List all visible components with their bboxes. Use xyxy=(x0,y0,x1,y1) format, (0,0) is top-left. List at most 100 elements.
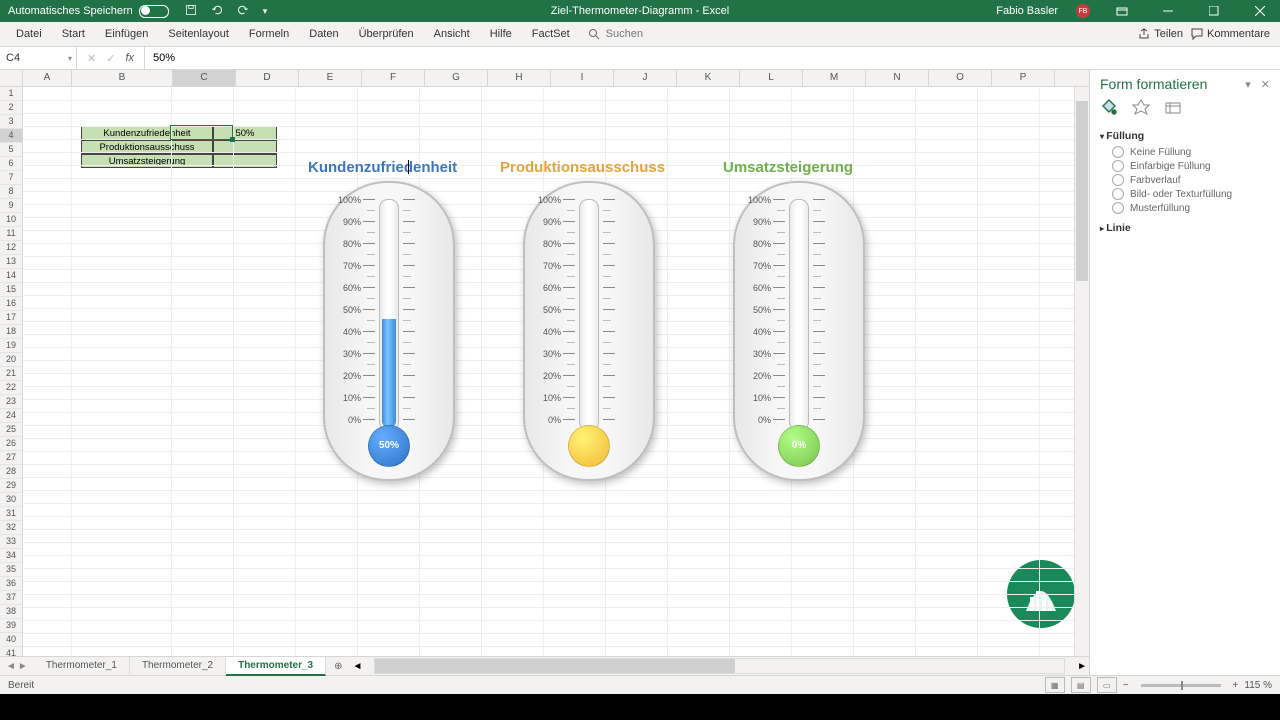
column-header[interactable]: C xyxy=(173,70,236,86)
row-header[interactable]: 5 xyxy=(0,143,22,157)
row-header[interactable]: 36 xyxy=(0,577,22,591)
row-header[interactable]: 24 xyxy=(0,409,22,423)
column-header[interactable]: B xyxy=(72,70,173,86)
cell-grid[interactable]: Kundenzufriedenheit50% Produktionsaussch… xyxy=(23,87,1089,656)
row-header[interactable]: 28 xyxy=(0,465,22,479)
row-header[interactable]: 3 xyxy=(0,115,22,129)
row-header[interactable]: 26 xyxy=(0,437,22,451)
zoom-slider[interactable] xyxy=(1141,684,1221,687)
column-header[interactable]: J xyxy=(614,70,677,86)
column-header[interactable]: K xyxy=(677,70,740,86)
view-normal-icon[interactable]: ▦ xyxy=(1045,677,1065,693)
select-all-triangle[interactable] xyxy=(0,70,23,86)
share-button[interactable]: Teilen xyxy=(1138,28,1183,40)
view-pagebreak-icon[interactable]: ▭ xyxy=(1097,677,1117,693)
horizontal-scrollbar[interactable]: ◄► xyxy=(351,658,1089,674)
row-headers[interactable]: 1234567891011121314151617181920212223242… xyxy=(0,87,23,656)
row-header[interactable]: 23 xyxy=(0,395,22,409)
avatar[interactable]: FB xyxy=(1076,4,1090,18)
tab-seitenlayout[interactable]: Seitenlayout xyxy=(158,22,239,46)
tab-datei[interactable]: Datei xyxy=(6,22,52,46)
sheet-tab[interactable]: Thermometer_3 xyxy=(226,657,326,676)
row-header[interactable]: 31 xyxy=(0,507,22,521)
tab-nav-next-icon[interactable]: ► xyxy=(18,661,28,672)
column-header[interactable]: F xyxy=(362,70,425,86)
zoom-out-icon[interactable]: − xyxy=(1123,680,1129,691)
section-fill[interactable]: Füllung xyxy=(1090,127,1280,145)
tab-start[interactable]: Start xyxy=(52,22,95,46)
tab-factset[interactable]: FactSet xyxy=(522,22,580,46)
minimize-icon[interactable] xyxy=(1154,0,1182,22)
tab-daten[interactable]: Daten xyxy=(299,22,348,46)
zoom-level[interactable]: 115 % xyxy=(1244,680,1272,691)
row-header[interactable]: 8 xyxy=(0,185,22,199)
row-header[interactable]: 1 xyxy=(0,87,22,101)
row-header[interactable]: 30 xyxy=(0,493,22,507)
table-cell[interactable]: Kundenzufriedenheit xyxy=(81,126,213,140)
ribbon-options-icon[interactable] xyxy=(1108,0,1136,22)
formula-input[interactable]: 50% xyxy=(145,52,1280,64)
column-headers[interactable]: ABCDEFGHIJKLMNOP xyxy=(0,70,1089,87)
column-header[interactable]: P xyxy=(992,70,1055,86)
comments-button[interactable]: Kommentare xyxy=(1191,28,1270,40)
tab-ueberpruefen[interactable]: Überprüfen xyxy=(349,22,424,46)
row-header[interactable]: 29 xyxy=(0,479,22,493)
row-header[interactable]: 34 xyxy=(0,549,22,563)
row-header[interactable]: 27 xyxy=(0,451,22,465)
tab-formeln[interactable]: Formeln xyxy=(239,22,299,46)
row-header[interactable]: 10 xyxy=(0,213,22,227)
column-header[interactable]: A xyxy=(23,70,72,86)
thermometer-chart[interactable]: 100%90%80%70%60%50%40%30%20%10%0% xyxy=(523,181,655,481)
fill-option[interactable]: Bild- oder Texturfüllung xyxy=(1090,187,1280,201)
panel-menu-icon[interactable]: ▾ xyxy=(1245,78,1251,91)
column-header[interactable]: M xyxy=(803,70,866,86)
row-header[interactable]: 19 xyxy=(0,339,22,353)
row-header[interactable]: 18 xyxy=(0,325,22,339)
column-header[interactable]: G xyxy=(425,70,488,86)
column-header[interactable]: O xyxy=(929,70,992,86)
add-sheet-button[interactable]: ⊕ xyxy=(326,661,350,672)
row-header[interactable]: 7 xyxy=(0,171,22,185)
column-header[interactable]: L xyxy=(740,70,803,86)
redo-icon[interactable] xyxy=(237,4,249,19)
close-icon[interactable] xyxy=(1246,0,1274,22)
row-header[interactable]: 11 xyxy=(0,227,22,241)
row-header[interactable]: 6 xyxy=(0,157,22,171)
row-header[interactable]: 20 xyxy=(0,353,22,367)
row-header[interactable]: 37 xyxy=(0,591,22,605)
search-input[interactable] xyxy=(604,27,728,41)
tab-nav-prev-icon[interactable]: ◄ xyxy=(6,661,16,672)
save-icon[interactable] xyxy=(185,4,197,19)
fill-line-tab-icon[interactable] xyxy=(1100,98,1118,119)
row-header[interactable]: 22 xyxy=(0,381,22,395)
row-header[interactable]: 12 xyxy=(0,241,22,255)
tab-ansicht[interactable]: Ansicht xyxy=(424,22,480,46)
maximize-icon[interactable] xyxy=(1200,0,1228,22)
fx-icon[interactable]: fx xyxy=(125,52,134,64)
sheet-tab[interactable]: Thermometer_1 xyxy=(34,657,130,674)
fill-option[interactable]: Farbverlauf xyxy=(1090,173,1280,187)
fill-option[interactable]: Keine Füllung xyxy=(1090,145,1280,159)
column-header[interactable]: D xyxy=(236,70,299,86)
row-header[interactable]: 15 xyxy=(0,283,22,297)
section-line[interactable]: Linie xyxy=(1090,219,1280,237)
user-name[interactable]: Fabio Basler xyxy=(996,5,1058,17)
search-box[interactable] xyxy=(580,22,728,46)
fill-option[interactable]: Musterfüllung xyxy=(1090,201,1280,215)
row-header[interactable]: 21 xyxy=(0,367,22,381)
row-header[interactable]: 13 xyxy=(0,255,22,269)
fill-option[interactable]: Einfarbige Füllung xyxy=(1090,159,1280,173)
undo-icon[interactable] xyxy=(211,4,223,19)
sheet-tab[interactable]: Thermometer_2 xyxy=(130,657,226,674)
row-header[interactable]: 25 xyxy=(0,423,22,437)
autosave-toggle[interactable]: Automatisches Speichern xyxy=(0,5,177,18)
row-header[interactable]: 14 xyxy=(0,269,22,283)
row-header[interactable]: 2 xyxy=(0,101,22,115)
tab-einfuegen[interactable]: Einfügen xyxy=(95,22,158,46)
row-header[interactable]: 41 xyxy=(0,647,22,656)
row-header[interactable]: 40 xyxy=(0,633,22,647)
row-header[interactable]: 32 xyxy=(0,521,22,535)
thermometer-chart[interactable]: 100%90%80%70%60%50%40%30%20%10%0%0% xyxy=(733,181,865,481)
size-tab-icon[interactable] xyxy=(1164,98,1182,119)
column-header[interactable]: N xyxy=(866,70,929,86)
